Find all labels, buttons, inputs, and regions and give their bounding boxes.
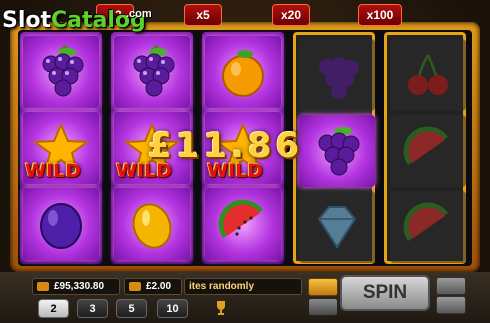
balance-display: £95,330.80	[32, 278, 120, 295]
paytable-button[interactable]	[308, 278, 338, 296]
stake-button-2[interactable]: 2	[38, 299, 69, 318]
symbol-watermelon	[390, 191, 466, 263]
symbol-orange	[205, 36, 281, 108]
symbol-grapes	[114, 36, 190, 108]
symbol-watermelon	[205, 188, 281, 260]
sound-button[interactable]	[436, 277, 466, 295]
wild-label: WILD	[25, 160, 81, 182]
symbol-cherries	[390, 39, 466, 111]
spin-button[interactable]: SPIN	[340, 275, 430, 311]
stake-button-10[interactable]: 10	[157, 299, 188, 318]
bet-value: £2.00	[146, 281, 172, 292]
stake-button-3[interactable]: 3	[77, 299, 108, 318]
symbol-watermelon	[390, 115, 466, 187]
settings-button[interactable]	[436, 296, 466, 314]
symbol-grapes	[299, 39, 375, 111]
symbol-diamond	[299, 191, 375, 263]
multiplier-x5: x5	[184, 4, 222, 26]
symbol-grapes	[23, 36, 99, 108]
trophy-icon[interactable]	[214, 300, 228, 316]
symbol-grapes	[299, 115, 375, 187]
reel-1	[20, 32, 102, 264]
reel-5	[384, 32, 466, 264]
balance-value: £95,330.80	[54, 281, 105, 292]
multiplier-x100: x100	[358, 4, 402, 26]
stake-button-5[interactable]: 5	[116, 299, 147, 318]
symbol-plum	[23, 188, 99, 260]
reel-4	[293, 32, 375, 264]
bet-display: £2.00	[124, 278, 182, 295]
message-ticker: ites randomly	[184, 278, 302, 295]
logo-domain: .com	[126, 8, 152, 20]
autoplay-button[interactable]	[308, 298, 338, 316]
slotcatalog-logo: SlotCatalog	[2, 8, 146, 33]
slot-game: WILD WILD WILD x2 x5 x20 x100 SlotCatalo…	[0, 0, 490, 323]
wallet-icon	[37, 282, 49, 291]
symbol-lemon	[114, 188, 190, 260]
win-amount: £11.86	[148, 126, 304, 166]
multiplier-x20: x20	[272, 4, 310, 26]
coins-icon	[129, 282, 141, 291]
